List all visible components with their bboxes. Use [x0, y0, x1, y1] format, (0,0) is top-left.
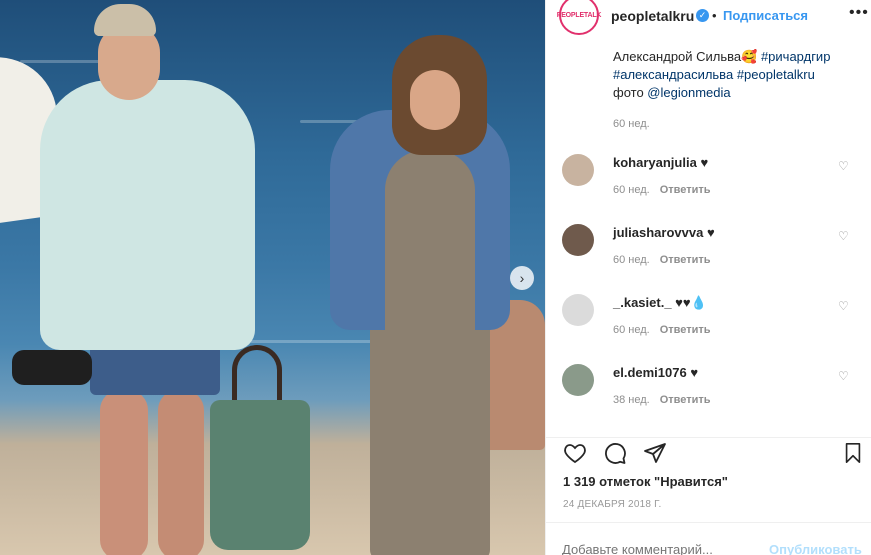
- account-username[interactable]: peopletalkru: [611, 8, 694, 24]
- comment-item: koharyanjulia ♥ 60 нед. Ответить ♡: [562, 154, 862, 224]
- comment-meta: 60 нед. Ответить: [613, 184, 711, 196]
- hashtag-link[interactable]: #ричардгир: [761, 49, 830, 64]
- separator-dot: •: [712, 8, 717, 23]
- comment-like-heart-icon[interactable]: ♡: [838, 159, 849, 173]
- comment-username[interactable]: juliasharovvva ♥: [613, 225, 715, 240]
- post-actions: [546, 437, 871, 467]
- follow-button[interactable]: Подписаться: [723, 8, 808, 23]
- verified-badge-icon: ✓: [696, 9, 709, 22]
- hashtag-link[interactable]: #peopletalkru: [737, 67, 815, 82]
- comment-item: juliasharovvva ♥ 60 нед. Ответить ♡: [562, 224, 862, 294]
- more-options-icon[interactable]: •••: [849, 4, 869, 22]
- publish-button[interactable]: Опубликовать: [769, 542, 862, 555]
- woman-dress-front: [385, 150, 475, 550]
- comment-item: _.kasiet._ ♥♥💧 60 нед. Ответить ♡: [562, 294, 862, 364]
- comment-avatar[interactable]: [562, 294, 594, 326]
- post-date: 24 ДЕКАБРЯ 2018 Г.: [563, 499, 662, 510]
- comment-avatar[interactable]: [562, 224, 594, 256]
- comment-username[interactable]: _.kasiet._ ♥♥💧: [613, 295, 707, 311]
- man-leg: [100, 390, 148, 555]
- comment-icon[interactable]: [602, 441, 628, 465]
- post-header: PEOPLETALK peopletalkru ✓ • Подписаться …: [546, 0, 871, 35]
- comment-meta: 60 нед. Ответить: [613, 324, 711, 336]
- reply-button[interactable]: Ответить: [660, 254, 711, 266]
- woman-face: [410, 70, 460, 130]
- tote-bag: [210, 400, 310, 550]
- sandals: [12, 350, 92, 385]
- comment-meta: 60 нед. Ответить: [613, 254, 711, 266]
- comment-avatar[interactable]: [562, 154, 594, 186]
- comment-username[interactable]: el.demi1076 ♥: [613, 365, 698, 380]
- man-leg: [158, 390, 204, 555]
- share-icon[interactable]: [642, 441, 668, 465]
- man-cap: [94, 4, 156, 36]
- avatar-logo-text: PEOPLETALK: [556, 11, 602, 19]
- comment-username[interactable]: koharyanjulia ♥: [613, 155, 708, 170]
- comment-like-heart-icon[interactable]: ♡: [838, 369, 849, 383]
- account-avatar[interactable]: PEOPLETALK: [556, 0, 602, 35]
- hashtag-link[interactable]: #александрасильва: [613, 67, 733, 82]
- reply-button[interactable]: Ответить: [660, 394, 711, 406]
- reply-button[interactable]: Ответить: [660, 324, 711, 336]
- post-caption: Александрой Сильва🥰 #ричардгир #александ…: [613, 48, 858, 133]
- likes-count[interactable]: 1 319 отметок "Нравится": [563, 474, 728, 489]
- bookmark-icon[interactable]: [842, 441, 864, 465]
- comment-meta: 38 нед. Ответить: [613, 394, 711, 406]
- next-photo-arrow-icon[interactable]: ›: [510, 266, 534, 290]
- comment-avatar[interactable]: [562, 364, 594, 396]
- heart-icon[interactable]: [562, 441, 588, 465]
- post-sidebar: PEOPLETALK peopletalkru ✓ • Подписаться …: [545, 0, 871, 555]
- reply-button[interactable]: Ответить: [660, 184, 711, 196]
- instagram-post-modal: › PEOPLETALK peopletalkru ✓ • Подписатьс…: [0, 0, 871, 555]
- comment-like-heart-icon[interactable]: ♡: [838, 229, 849, 243]
- man-shirt: [40, 80, 255, 350]
- man-head: [98, 25, 160, 100]
- caption-text: Александрой Сильва🥰: [613, 49, 761, 64]
- mention-link[interactable]: @legionmedia: [647, 85, 730, 100]
- caption-time: 60 нед.: [613, 118, 650, 130]
- comment-like-heart-icon[interactable]: ♡: [838, 299, 849, 313]
- add-comment-input[interactable]: [562, 542, 742, 555]
- caption-text: фото: [613, 85, 648, 100]
- comment-item: el.demi1076 ♥ 38 нед. Ответить ♡: [562, 364, 862, 434]
- post-photo[interactable]: ›: [0, 0, 545, 555]
